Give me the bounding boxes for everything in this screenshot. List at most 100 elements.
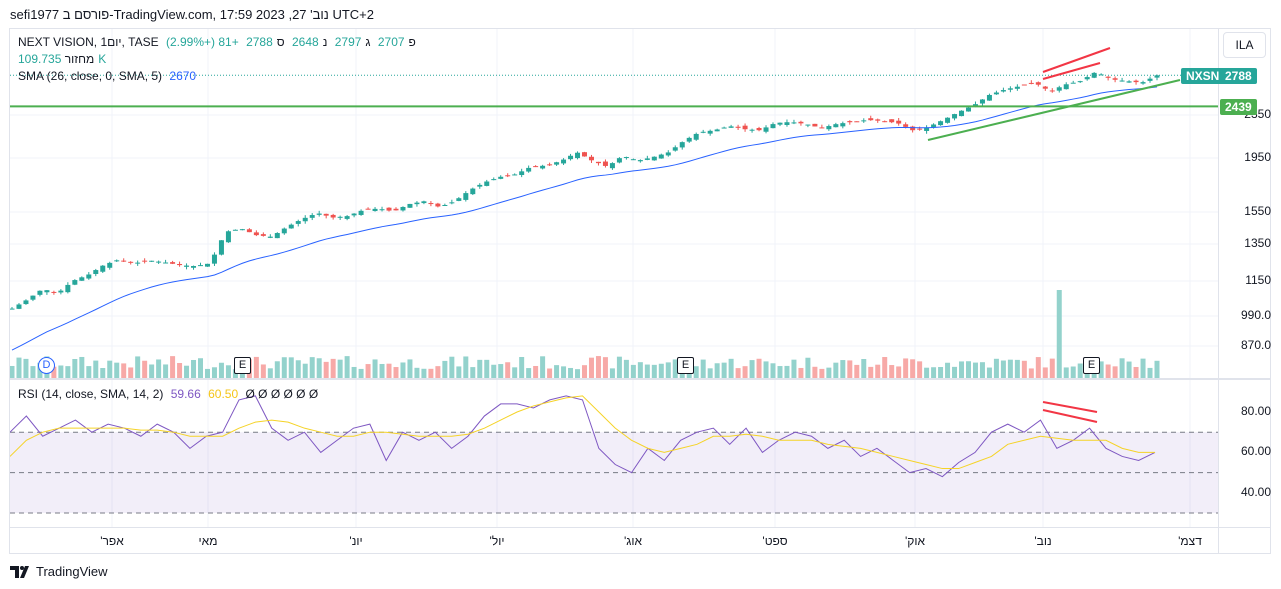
volume-bar (351, 366, 357, 378)
volume-legend[interactable]: מחזור 109.735K (18, 52, 110, 66)
candle-body (693, 133, 699, 140)
candle-body (602, 161, 608, 166)
volume-bar (379, 363, 385, 378)
candle-body (742, 125, 748, 130)
candle-body (211, 254, 217, 264)
volume-bar (177, 363, 183, 378)
x-label-nov: 'נוב (1034, 534, 1052, 548)
candle-body (58, 290, 64, 293)
volume-bar (972, 362, 978, 378)
volume-bar (840, 360, 846, 378)
candle-body (274, 233, 280, 239)
candle-body (442, 204, 448, 206)
volume-bar (184, 365, 190, 378)
dividend-marker[interactable]: D (38, 357, 55, 374)
candle-body (651, 156, 657, 161)
candle-body (121, 260, 127, 262)
candle-body (1091, 72, 1097, 78)
currency-button[interactable]: ILA (1223, 32, 1266, 58)
volume-bar (135, 356, 141, 378)
candle-body (295, 221, 301, 224)
earnings-marker[interactable]: E (234, 357, 251, 374)
candle-body (798, 121, 804, 124)
volume-bar (770, 363, 776, 378)
candle-body (372, 208, 378, 212)
candle-body (358, 210, 364, 215)
candle-body (819, 127, 825, 129)
candle-body (616, 158, 622, 163)
volume-bar (386, 363, 392, 378)
candle-body (903, 124, 909, 127)
volume-bar (72, 358, 78, 378)
rsi-pane[interactable] (10, 380, 1218, 527)
candle-body (498, 176, 504, 179)
candle-body (938, 121, 944, 126)
price-tick: 1950 (1244, 150, 1271, 164)
volume-bar (1112, 366, 1118, 378)
candle-body (658, 154, 664, 159)
volume-bar (1014, 359, 1020, 378)
candle-body (198, 265, 204, 267)
volume-bar (16, 357, 22, 378)
candle-body (540, 165, 546, 169)
rsi-sma-value: 60.50 (208, 387, 239, 401)
volume-bar (707, 368, 713, 378)
change-value: +81 (+2.99%) (165, 35, 239, 49)
volume-bar (749, 360, 755, 378)
candle-body (630, 159, 636, 161)
candle-body (1000, 90, 1006, 92)
volume-bar (281, 357, 287, 378)
rsi-legend[interactable]: RSI (14, close, SMA, 14, 2) 59.66 60.50 … (18, 387, 322, 401)
candle-body (302, 217, 308, 222)
earnings-marker[interactable]: E (677, 357, 694, 374)
volume-bar (421, 368, 427, 378)
sma-value: 2670 (169, 69, 197, 83)
publish-caption: sefi1977 פורסם ב-TradingView.com, 17:59 … (10, 7, 374, 22)
volume-bar (791, 359, 797, 378)
candle-body (812, 123, 818, 127)
volume-bar (211, 367, 217, 378)
volume-bar (561, 366, 567, 378)
candle-body (714, 129, 720, 132)
volume-bar (575, 369, 581, 378)
rsi-empty-values: Ø Ø Ø Ø Ø Ø (245, 387, 319, 401)
volume-bar (1049, 358, 1055, 378)
volume-bar (519, 356, 525, 378)
volume-bar (1154, 360, 1160, 378)
volume-bar (554, 365, 560, 378)
x-label-aug: 'אוג (623, 534, 643, 548)
candle-body (575, 152, 581, 159)
candle-body (316, 213, 322, 215)
volume-bar (959, 361, 965, 378)
volume-bar (1021, 360, 1027, 378)
candle-body (833, 124, 839, 128)
volume-bar (756, 358, 762, 378)
candle-body (72, 280, 78, 285)
earnings-marker[interactable]: E (1083, 357, 1100, 374)
candle-body (1035, 82, 1041, 85)
candle-body (1112, 78, 1118, 80)
volume-bar (191, 359, 197, 378)
volume-bar (547, 368, 553, 378)
sma-legend[interactable]: SMA (26, close, 0, SMA, 5) 2670 (18, 69, 200, 83)
symbol-legend[interactable]: NEXT VISION, 1יום, TASE פ2707 ג2797 נ264… (18, 35, 420, 49)
candle-body (1049, 90, 1055, 92)
tradingview-logo[interactable]: TradingView (10, 564, 108, 579)
sma-label: SMA (26, close, 0, SMA, 5) (18, 69, 163, 83)
candle-body (763, 127, 769, 132)
candle-body (917, 128, 923, 130)
horizontal-line-tag: 2439 (1220, 99, 1257, 115)
candle-body (30, 295, 36, 300)
candle-body (170, 262, 176, 264)
candle-body (1105, 76, 1111, 78)
logo-text: TradingView (36, 564, 108, 579)
volume-bar (295, 360, 301, 378)
volume-bar (742, 366, 748, 378)
candle-body (400, 206, 406, 211)
volume-bar (302, 363, 308, 378)
volume-bar (735, 368, 741, 378)
candle-body (288, 224, 294, 229)
volume-bar (477, 359, 483, 378)
candle-body (1126, 81, 1132, 83)
candle-body (1119, 80, 1125, 82)
